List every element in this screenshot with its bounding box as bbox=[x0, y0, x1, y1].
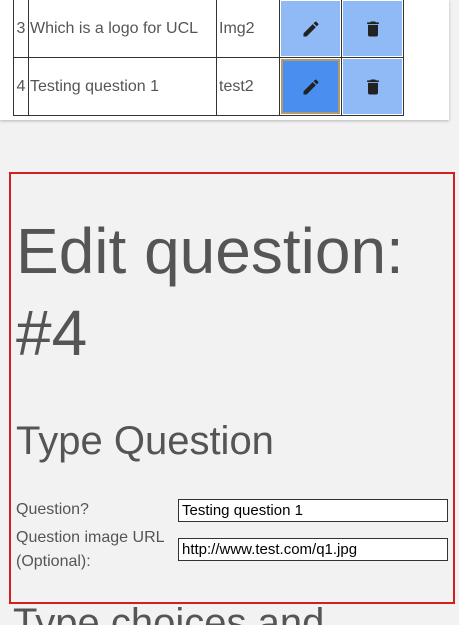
delete-cell bbox=[341, 0, 404, 58]
row-number: 4 bbox=[13, 57, 29, 116]
page: 3 Which is a logo for UCL Img2 4 Testing… bbox=[0, 0, 459, 625]
delete-button[interactable] bbox=[343, 1, 402, 56]
questions-table: 3 Which is a logo for UCL Img2 4 Testing… bbox=[13, 0, 404, 116]
question-input[interactable] bbox=[178, 499, 448, 522]
type-choices-heading: Type choices and bbox=[13, 601, 325, 625]
edit-cell bbox=[279, 57, 342, 116]
table-row: 3 Which is a logo for UCL Img2 bbox=[13, 0, 404, 58]
row-question-text: Testing question 1 bbox=[28, 57, 217, 116]
edit-button[interactable] bbox=[281, 1, 340, 56]
pencil-icon bbox=[303, 20, 319, 36]
questions-table-body: 3 Which is a logo for UCL Img2 4 Testing… bbox=[13, 0, 404, 116]
questions-table-card: 3 Which is a logo for UCL Img2 4 Testing… bbox=[0, 0, 449, 120]
edit-question-title: Edit question: #4 bbox=[16, 215, 404, 369]
row-image-name: test2 bbox=[216, 57, 280, 116]
edit-cell bbox=[279, 0, 342, 58]
pencil-icon bbox=[303, 78, 319, 94]
table-row: 4 Testing question 1 test2 bbox=[13, 57, 404, 116]
type-question-heading: Type Question bbox=[16, 419, 274, 463]
image-url-input[interactable] bbox=[178, 538, 448, 561]
edit-question-panel: Edit question: #4 Type Question Question… bbox=[9, 172, 455, 604]
trash-icon bbox=[366, 21, 379, 36]
row-image-name: Img2 bbox=[216, 0, 280, 58]
delete-cell bbox=[341, 57, 404, 116]
image-url-label: Question image URL (Optional): bbox=[16, 529, 164, 570]
row-question-text: Which is a logo for UCL bbox=[28, 0, 217, 58]
delete-button[interactable] bbox=[343, 59, 402, 114]
row-number: 3 bbox=[13, 0, 29, 58]
edit-button[interactable] bbox=[281, 59, 340, 114]
question-label: Question? bbox=[16, 501, 89, 518]
trash-icon bbox=[366, 79, 379, 94]
